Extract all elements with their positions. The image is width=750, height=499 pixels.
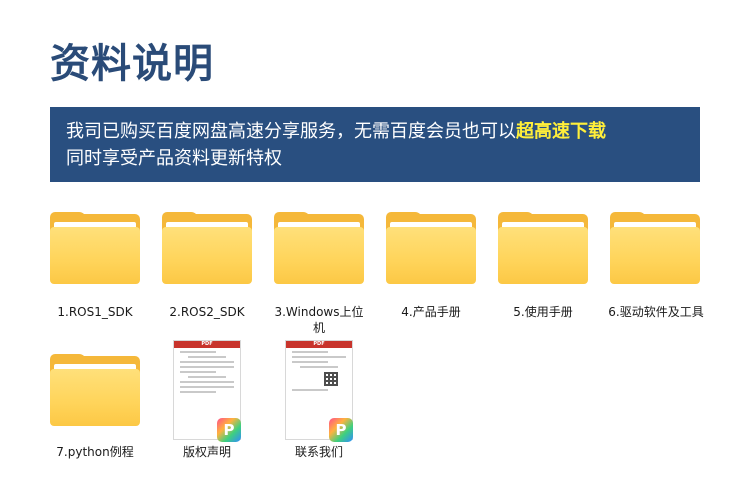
folder-icon [386, 212, 476, 284]
folder-icon [50, 212, 140, 284]
pdf-label: 联系我们 [294, 445, 343, 459]
folder-icon [162, 212, 252, 284]
folder-icon [50, 354, 140, 426]
folder-label: 6.驱动软件及工具 [608, 305, 704, 319]
pdf-badge: PDF [286, 341, 352, 348]
pdf-badge: PDF [174, 341, 240, 348]
info-banner: 我司已购买百度网盘高速分享服务，无需百度会员也可以超高速下载 同时享受产品资料更… [50, 107, 700, 182]
folder-label: 5.使用手册 [513, 305, 573, 319]
folder-label: 2.ROS2_SDK [169, 305, 245, 319]
page-title: 资料说明 [50, 41, 214, 87]
folder-label: 3.Windows上位机 [274, 305, 364, 335]
folder-label: 4.产品手册 [401, 305, 461, 319]
pdf-reader-app-icon: P [217, 418, 241, 442]
banner-text: 我司已购买百度网盘高速分享服务，无需百度会员也可以 [66, 121, 516, 142]
banner-line-2: 同时享受产品资料更新特权 [66, 148, 282, 169]
folder-icon [498, 212, 588, 284]
pdf-label: 版权声明 [182, 445, 231, 459]
folder-icon [274, 212, 364, 284]
folder-icon [610, 212, 700, 284]
pdf-reader-app-icon: P [329, 418, 353, 442]
folder-label: 1.ROS1_SDK [57, 305, 133, 319]
banner-highlight: 超高速下载 [516, 121, 606, 142]
qr-code-icon [324, 372, 338, 386]
folder-label: 7.python例程 [56, 445, 134, 459]
banner-line-1: 我司已购买百度网盘高速分享服务，无需百度会员也可以超高速下载 [66, 118, 700, 145]
